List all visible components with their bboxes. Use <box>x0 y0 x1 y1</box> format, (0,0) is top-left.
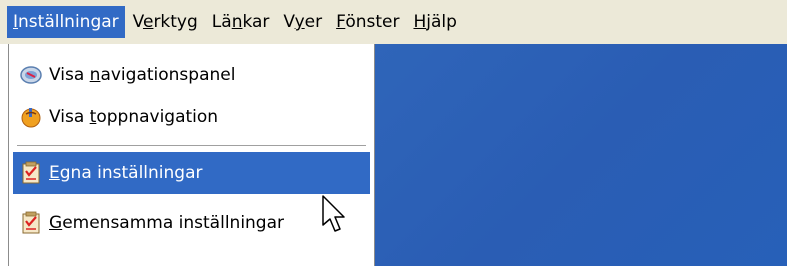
top-navigation-icon <box>19 105 43 129</box>
menu-verktyg[interactable]: Verktyg <box>127 6 204 38</box>
navigation-panel-icon <box>19 63 43 87</box>
menu-separator <box>17 145 366 146</box>
menu-item-gemensamma-installningar[interactable]: Gemensamma inställningar <box>13 202 370 244</box>
menu-item-visa-toppnavigation[interactable]: Visa toppnavigation <box>13 96 370 138</box>
menu-vyer[interactable]: Vyer <box>277 6 328 38</box>
checklist-icon <box>19 161 43 185</box>
checklist-icon <box>19 211 43 235</box>
menu-lankar[interactable]: Länkar <box>206 6 276 38</box>
menu-fonster[interactable]: Fönster <box>330 6 405 38</box>
menu-item-visa-navigationspanel[interactable]: Visa navigationspanel <box>13 54 370 96</box>
menu-hjalp[interactable]: Hjälp <box>407 6 462 38</box>
menubar: Inställningar Verktyg Länkar Vyer Fönste… <box>0 0 787 44</box>
mouse-pointer-icon <box>322 195 348 240</box>
installningar-dropdown-menu: Visa navigationspanel Visa toppnavigatio… <box>8 44 375 266</box>
menu-installningar[interactable]: Inställningar <box>7 6 125 38</box>
desktop-background <box>375 44 787 266</box>
menu-item-egna-installningar[interactable]: Egna inställningar <box>13 152 370 194</box>
